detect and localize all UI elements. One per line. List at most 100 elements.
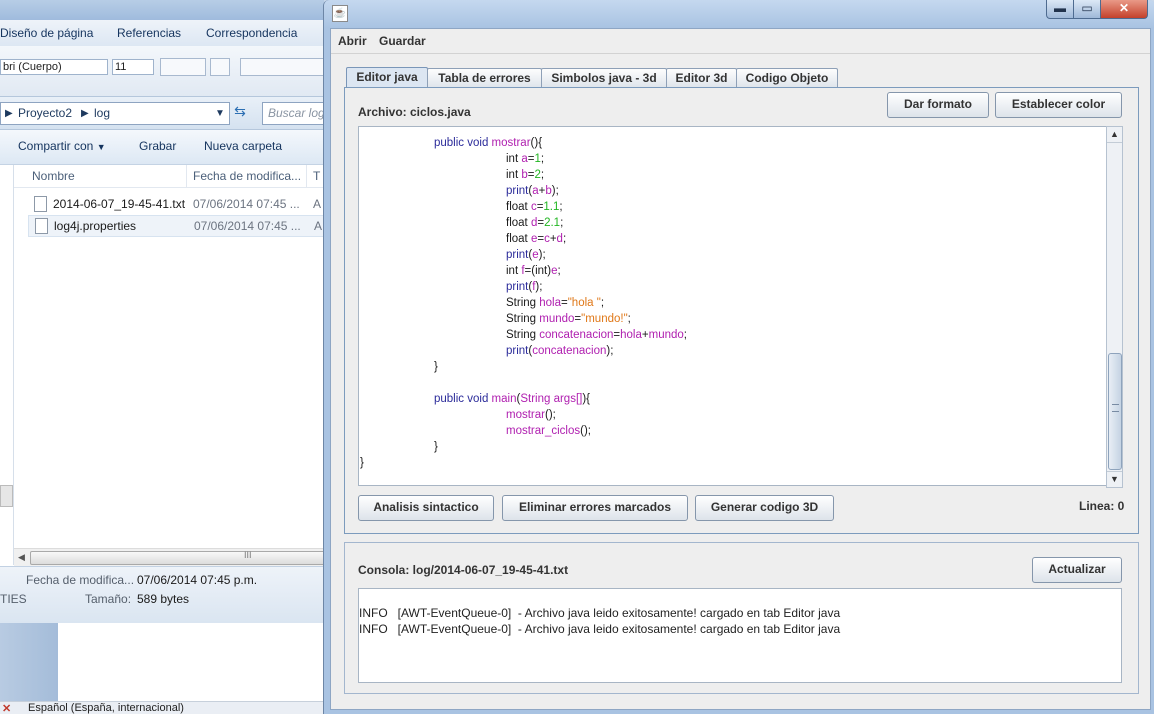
- java-icon[interactable]: ☕: [332, 5, 348, 22]
- taskbar-side-strip: [0, 623, 58, 701]
- code-token: ;: [560, 217, 564, 229]
- navigation-pane-scroll-knob[interactable]: [0, 485, 13, 507]
- refresh-button[interactable]: Actualizar: [1032, 557, 1122, 583]
- menu-save[interactable]: Guardar: [379, 34, 426, 48]
- refresh-icon[interactable]: ⇆: [231, 103, 249, 123]
- menu-separator: [331, 53, 1150, 54]
- window-controls: ▬ ▭ ✕: [1046, 0, 1150, 20]
- scroll-down-icon[interactable]: ▼: [1107, 471, 1122, 487]
- set-color-button[interactable]: Establecer color: [995, 92, 1122, 118]
- tab-editor-3d[interactable]: Editor 3d: [666, 68, 737, 87]
- code-line: public void main(String args[]){: [434, 391, 590, 407]
- clear-marked-errors-button[interactable]: Eliminar errores marcados: [502, 495, 688, 521]
- column-divider[interactable]: [306, 165, 307, 187]
- code-token: public void: [434, 393, 492, 405]
- title-bar[interactable]: ☕ ▬ ▭ ✕: [324, 0, 1154, 28]
- code-token: +: [641, 329, 649, 341]
- detail-size-value: 589 bytes: [137, 592, 190, 606]
- code-token: ();: [580, 425, 591, 437]
- scrollbar-thumb[interactable]: [30, 551, 324, 565]
- ribbon-toolbar: bri (Cuerpo) 11: [0, 46, 324, 97]
- code-editor-scrollbar[interactable]: ▲ ▼: [1106, 126, 1123, 488]
- language-label: Español (España, internacional): [28, 702, 184, 714]
- ribbon-tab-references[interactable]: Referencias: [117, 26, 181, 40]
- explorer-address-row: ▶ Proyecto2 ▶ log ▼ ⇆ Buscar log: [0, 97, 324, 130]
- code-token: );: [606, 345, 614, 357]
- scrollbar-thumb[interactable]: [1108, 353, 1122, 470]
- code-token: float: [506, 217, 531, 229]
- scroll-up-icon[interactable]: ▲: [1107, 127, 1122, 143]
- details-pane: Fecha de modifica... 07/06/2014 07:45 p.…: [0, 566, 324, 623]
- code-token: hola: [539, 297, 561, 309]
- share-with-button[interactable]: Compartir con ▼: [18, 139, 106, 153]
- address-bar[interactable]: ▶ Proyecto2 ▶ log ▼: [0, 102, 230, 125]
- code-token: "mundo!": [581, 313, 628, 325]
- code-editor[interactable]: public void mostrar(){int a=1; int b=2; pr…: [358, 126, 1107, 486]
- code-token: String: [506, 329, 540, 341]
- breadcrumb-log[interactable]: log: [94, 106, 110, 120]
- code-token: mundo: [539, 313, 575, 325]
- code-token: ;: [600, 297, 605, 309]
- chevron-right-icon: ▶: [81, 108, 89, 119]
- column-divider[interactable]: [186, 165, 187, 187]
- close-button[interactable]: ✕: [1100, 0, 1148, 19]
- column-name[interactable]: Nombre: [32, 169, 75, 183]
- burn-button[interactable]: Grabar: [139, 139, 176, 153]
- generate-3d-code-button[interactable]: Generar codigo 3D: [695, 495, 834, 521]
- grip-icon: III: [244, 550, 252, 560]
- code-line: float e=c+d;: [506, 231, 566, 247]
- grip-icon: [1112, 404, 1119, 412]
- chevron-down-icon: ▼: [96, 142, 106, 152]
- console-output[interactable]: INFO [AWT-EventQueue-0] - Archivo java l…: [358, 588, 1122, 683]
- file-list-horizontal-scrollbar[interactable]: ◀ III: [14, 548, 324, 566]
- minimize-button[interactable]: ▬: [1046, 0, 1074, 19]
- file-row-selected[interactable]: log4j.properties 07/06/2014 07:45 ... A: [28, 215, 324, 237]
- console-line: INFO [AWT-EventQueue-0] - Archivo java l…: [359, 606, 841, 620]
- code-line: public void mostrar(){: [434, 135, 542, 151]
- font-name-field[interactable]: bri (Cuerpo): [0, 59, 108, 75]
- scroll-left-icon[interactable]: ◀: [18, 552, 25, 563]
- code-token: ();: [544, 409, 556, 421]
- column-date-modified[interactable]: Fecha de modifica...: [193, 169, 301, 183]
- syntax-analysis-button[interactable]: Analisis sintactico: [358, 495, 494, 521]
- tab-codigo-objeto[interactable]: Codigo Objeto: [736, 68, 838, 87]
- code-token: ;: [540, 153, 545, 165]
- new-folder-button[interactable]: Nueva carpeta: [204, 139, 282, 153]
- ribbon-tab-mailings[interactable]: Correspondencia: [206, 26, 297, 40]
- search-input[interactable]: Buscar log: [262, 102, 324, 125]
- menu-bar: Abrir Guardar: [331, 29, 1150, 53]
- file-row[interactable]: 2014-06-07_19-45-41.txt 07/06/2014 07:45…: [28, 194, 324, 214]
- file-label: Archivo: ciclos.java: [358, 105, 471, 119]
- breadcrumb-proyecto2[interactable]: Proyecto2: [18, 106, 72, 120]
- close-icon[interactable]: ✕: [2, 702, 11, 714]
- detail-modified-label: Fecha de modifica...: [26, 573, 135, 587]
- code-token: int: [506, 265, 522, 277]
- ribbon-tab-page-design[interactable]: Diseño de página: [0, 26, 93, 40]
- code-line: String hola="hola ";: [506, 295, 604, 311]
- menu-open[interactable]: Abrir: [338, 34, 367, 48]
- code-line: float d=2.1;: [506, 215, 563, 231]
- maximize-button[interactable]: ▭: [1073, 0, 1101, 19]
- code-token: }: [434, 441, 438, 453]
- background-explorer-window: Diseño de página Referencias Corresponde…: [0, 0, 324, 714]
- code-token: );: [538, 249, 546, 261]
- tab-simbolos-java-3d[interactable]: Simbolos java - 3d: [541, 68, 667, 87]
- list-buttons[interactable]: [240, 58, 324, 76]
- clear-format-button[interactable]: [210, 58, 230, 76]
- font-grow-shrink-buttons[interactable]: [160, 58, 206, 76]
- code-line: print(concatenacion);: [506, 343, 613, 359]
- tab-editor-java[interactable]: Editor java: [346, 67, 428, 88]
- code-token: print: [506, 185, 529, 197]
- tab-tabla-errores[interactable]: Tabla de errores: [427, 68, 542, 87]
- console-line: INFO [AWT-EventQueue-0] - Archivo java l…: [359, 622, 841, 636]
- column-type[interactable]: T: [313, 169, 320, 183]
- code-token: print: [506, 249, 529, 261]
- code-token: ;: [627, 313, 631, 325]
- code-token: int: [506, 153, 522, 165]
- code-token: print: [506, 345, 529, 357]
- chevron-down-icon[interactable]: ▼: [215, 108, 225, 119]
- explorer-command-bar: Compartir con ▼ Grabar Nueva carpeta: [0, 130, 324, 165]
- font-size-field[interactable]: 11: [112, 59, 154, 75]
- format-button[interactable]: Dar formato: [887, 92, 989, 118]
- file-date: 07/06/2014 07:45 ...: [193, 197, 300, 211]
